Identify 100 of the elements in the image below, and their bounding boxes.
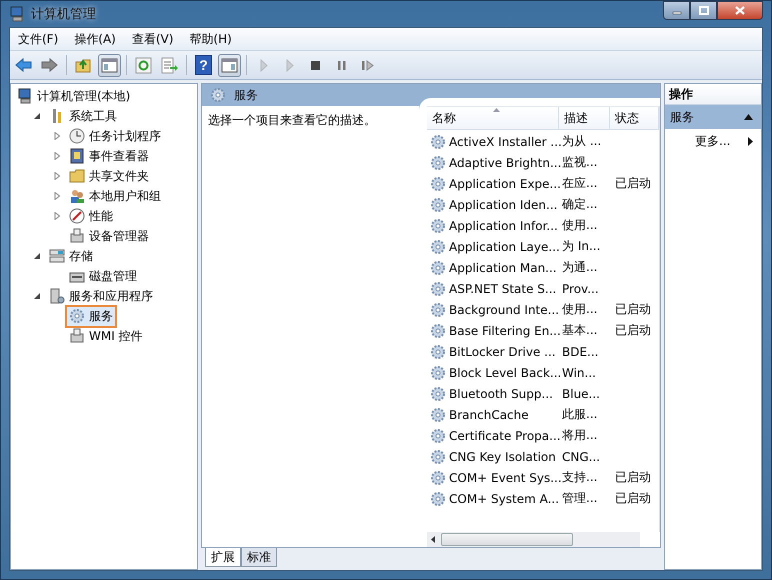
gear-icon bbox=[210, 87, 226, 103]
help-button[interactable]: ? bbox=[195, 55, 212, 75]
tree-item[interactable]: 设备管理器 bbox=[65, 224, 153, 248]
action-pane-button[interactable] bbox=[218, 54, 241, 76]
collapsed-triangle-icon[interactable] bbox=[53, 172, 61, 180]
forward-arrow-icon bbox=[40, 56, 59, 74]
service-description: Win... bbox=[562, 366, 596, 380]
service-name: Adaptive Brightn... bbox=[449, 156, 562, 170]
service-description: 为 In... bbox=[562, 239, 600, 253]
service-description: BDE... bbox=[562, 344, 598, 358]
gear-icon bbox=[430, 406, 446, 422]
menu-item[interactable]: 操作(A) bbox=[66, 30, 124, 48]
export-list-icon bbox=[160, 56, 179, 74]
service-description: 此服... bbox=[562, 407, 598, 421]
tree-item[interactable]: 本地用户和组 bbox=[65, 184, 165, 208]
service-name: ActiveX Installer ... bbox=[449, 134, 562, 148]
service-description: 使用... bbox=[562, 218, 598, 232]
computer-icon bbox=[17, 88, 33, 104]
gear-icon bbox=[430, 344, 446, 360]
close-button[interactable] bbox=[717, 1, 763, 20]
collapse-up-icon bbox=[744, 114, 753, 120]
close-icon bbox=[735, 6, 745, 15]
tree-item[interactable]: WMI 控件 bbox=[65, 324, 147, 348]
view-tab[interactable]: 标准 bbox=[241, 548, 277, 567]
gear-icon bbox=[430, 238, 446, 254]
service-description: 基本... bbox=[562, 323, 598, 337]
minimize-button[interactable] bbox=[663, 1, 690, 20]
tree-item[interactable]: 磁盘管理 bbox=[65, 264, 141, 288]
menu-item[interactable]: 查看(V) bbox=[124, 30, 182, 48]
service-description: 使用... bbox=[562, 302, 598, 316]
device-icon bbox=[69, 328, 85, 344]
action-pane-icon bbox=[220, 56, 239, 74]
tree-item[interactable]: 共享文件夹 bbox=[65, 164, 153, 188]
gear-icon bbox=[430, 364, 446, 380]
users-icon bbox=[69, 188, 85, 204]
maximize-icon bbox=[698, 6, 708, 15]
service-name: Block Level Back... bbox=[449, 366, 562, 380]
view-tab[interactable]: 扩展 bbox=[205, 548, 241, 567]
tree-item[interactable]: 系统工具 bbox=[45, 104, 121, 128]
folder-icon bbox=[69, 168, 85, 184]
collapsed-triangle-icon[interactable] bbox=[53, 212, 61, 220]
collapsed-triangle-icon[interactable] bbox=[53, 192, 61, 200]
maximize-button[interactable] bbox=[690, 1, 717, 20]
service-name: Application Infor... bbox=[449, 218, 558, 232]
gear-icon bbox=[430, 134, 446, 150]
service-name: Application Laye... bbox=[449, 240, 560, 254]
service-name: BranchCache bbox=[449, 408, 529, 422]
menu-item[interactable]: 帮助(H) bbox=[181, 30, 240, 48]
tree-item[interactable]: 计算机管理(本地) bbox=[13, 84, 134, 108]
tree-item[interactable]: 任务计划程序 bbox=[65, 124, 165, 148]
description-text: 选择一个项目来查看它的描述。 bbox=[208, 113, 376, 127]
service-name: COM+ Event Sys... bbox=[449, 470, 562, 484]
service-name: Application Expe... bbox=[449, 176, 561, 190]
service-name: Base Filtering En... bbox=[449, 324, 561, 338]
column-header[interactable]: 描述 bbox=[559, 107, 610, 129]
gear-icon bbox=[430, 260, 446, 276]
service-name: COM+ System A... bbox=[449, 492, 560, 506]
collapsed-triangle-icon[interactable] bbox=[53, 132, 61, 140]
scroll-thumb[interactable] bbox=[441, 533, 573, 546]
gear-icon bbox=[430, 280, 446, 296]
storage-icon bbox=[49, 248, 65, 264]
expanded-triangle-icon[interactable] bbox=[33, 252, 41, 260]
tree-pane-button[interactable] bbox=[98, 54, 121, 76]
scroll-left-icon bbox=[431, 536, 435, 543]
service-name: Background Inte... bbox=[449, 302, 560, 316]
horizontal-scrollbar[interactable] bbox=[427, 532, 640, 547]
panel-title: 服务 bbox=[234, 86, 258, 104]
clock-icon bbox=[69, 128, 85, 144]
service-name: Application Man... bbox=[449, 260, 557, 274]
server-icon bbox=[49, 288, 65, 304]
expanded-triangle-icon[interactable] bbox=[33, 112, 41, 120]
collapsed-triangle-icon[interactable] bbox=[53, 152, 61, 160]
gear-icon bbox=[430, 428, 446, 444]
service-name: Certificate Propa... bbox=[449, 428, 561, 442]
tree-item[interactable]: 存储 bbox=[45, 244, 97, 268]
window-title: 计算机管理 bbox=[31, 6, 96, 23]
menu-item[interactable]: 文件(F) bbox=[10, 30, 66, 48]
tree-item[interactable]: 服务和应用程序 bbox=[45, 284, 157, 308]
service-description: 为从 ... bbox=[562, 134, 602, 148]
service-description: 监视... bbox=[562, 155, 598, 169]
service-description: 将用... bbox=[562, 428, 598, 442]
service-description: 支持... bbox=[562, 470, 598, 484]
back-arrow-icon bbox=[14, 56, 33, 74]
tree-item[interactable]: 性能 bbox=[65, 204, 117, 228]
tree-pane-icon bbox=[100, 56, 119, 74]
service-name: Application Iden... bbox=[449, 198, 558, 212]
expanded-triangle-icon[interactable] bbox=[33, 292, 41, 300]
tree-item[interactable]: 事件查看器 bbox=[65, 144, 153, 168]
gear-icon bbox=[430, 322, 446, 338]
service-status: 已启动 bbox=[615, 302, 651, 316]
service-status: 已启动 bbox=[615, 470, 651, 484]
action-link[interactable]: 更多... bbox=[695, 133, 730, 150]
sort-caret-icon bbox=[492, 108, 500, 112]
service-status: 已启动 bbox=[615, 491, 651, 505]
tree-item[interactable]: 服务 bbox=[65, 304, 117, 328]
gear-icon bbox=[430, 386, 446, 402]
submenu-arrow-icon bbox=[748, 137, 753, 146]
column-header[interactable]: 名称 bbox=[427, 107, 559, 129]
service-description: CNG... bbox=[562, 450, 600, 464]
actions-section-header[interactable]: 服务 bbox=[665, 105, 761, 129]
